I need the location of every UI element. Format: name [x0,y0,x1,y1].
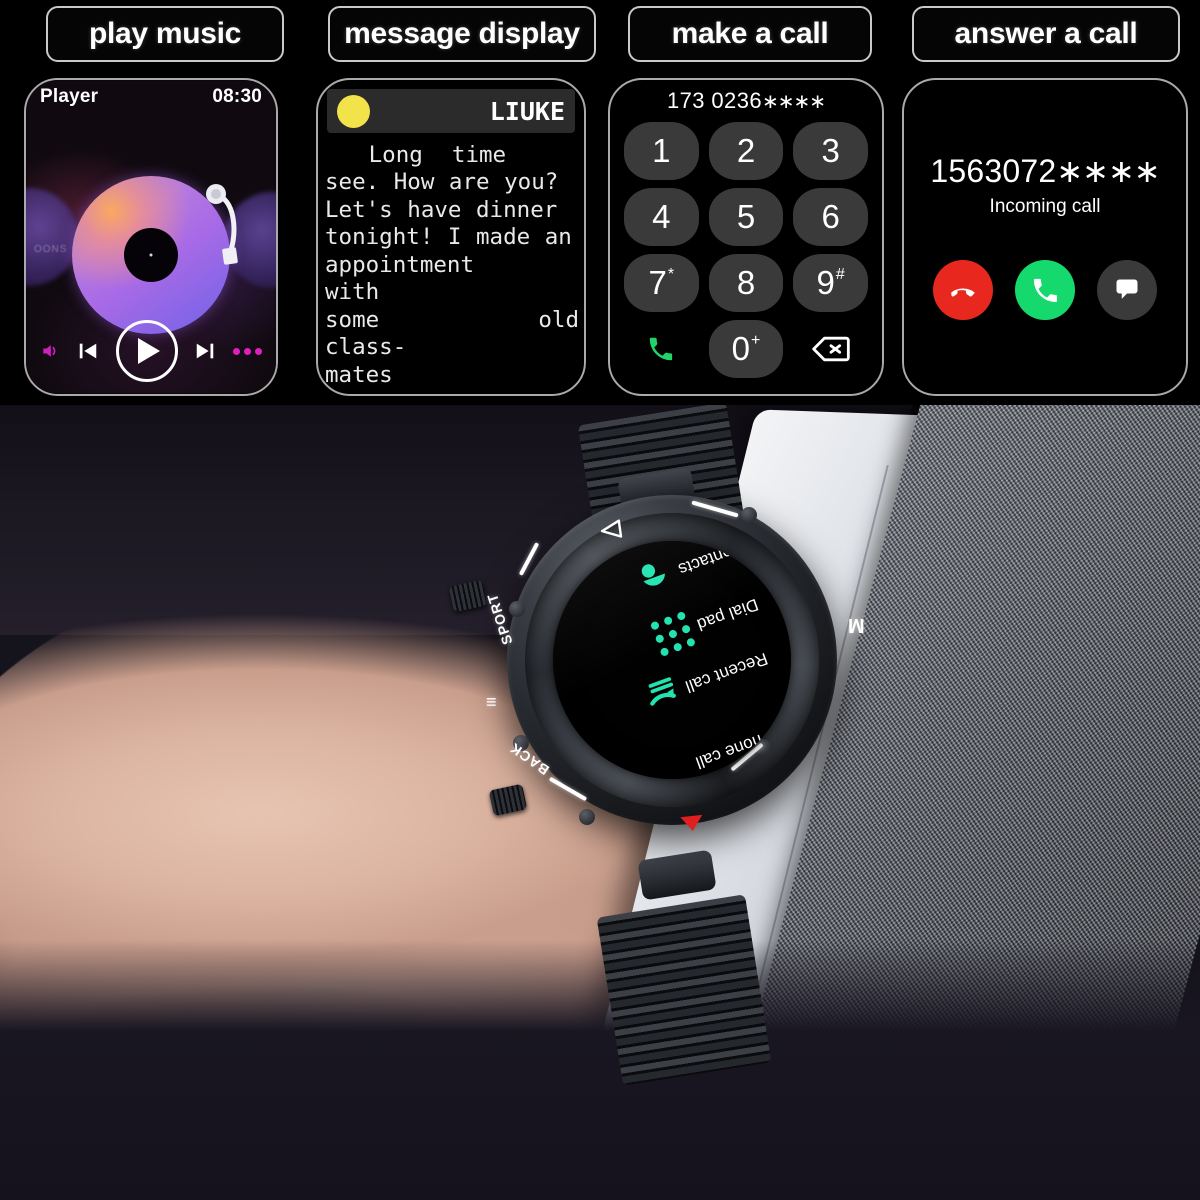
watch-round-display[interactable]: Phone call Recent call Dial pad Contacts [553,541,791,779]
recent-call-icon [628,662,695,729]
album-side-text: OONS [34,244,68,255]
key-label: 7 [648,264,667,301]
dialed-number-mask: ∗∗∗∗ [761,91,826,113]
key-sublabel: * [667,266,675,283]
key-label: 8 [736,264,756,301]
phone-call-icon[interactable] [624,320,699,378]
message-sender: LIUKE [489,96,565,126]
keypad: 1 2 3 4 5 6 7 * 8 9 # 0 + [624,122,868,378]
panel-make-a-call: make a call 173 0236∗∗∗∗ 1 2 3 4 5 6 7 * … [600,0,900,405]
key-label: 5 [736,198,756,235]
bezel-triangle-marker-bottom [680,814,703,831]
album-art-vinyl[interactable] [72,176,230,334]
panel-message-display: message display LIUKE Long time see. How… [300,0,600,405]
more-options-icon[interactable] [233,347,262,355]
button-label-mode: M [847,614,865,636]
key-label: 2 [736,132,756,169]
volume-icon[interactable] [40,341,60,361]
panel-play-music: play music OONS Player 08:30 [0,0,300,405]
backspace-delete-icon[interactable] [793,320,868,378]
play-icon[interactable] [115,320,178,382]
lifestyle-photo: SPORT ≡ BACK M Phone call Recent call Di… [0,405,1200,1200]
key-6[interactable]: 6 [793,188,868,246]
call-status-text: Incoming call [989,196,1101,217]
panel-label-message-display: message display [328,6,596,62]
bezel-triangle-marker-top [600,519,623,538]
watch-lower-button[interactable] [488,783,528,817]
decline-call-icon[interactable] [933,260,993,320]
key-5[interactable]: 5 [708,188,784,246]
previous-track-icon[interactable] [77,340,99,362]
bezel-screw [741,507,757,523]
feature-panels-strip: play music OONS Player 08:30 message dis… [0,0,1200,405]
key-label: 4 [652,198,671,235]
message-header: LIUKE [327,89,575,133]
avatar [337,94,370,128]
menu-item-label: Recent call [682,648,771,697]
key-1[interactable]: 1 [624,122,699,180]
watch-screen-dialpad: 173 0236∗∗∗∗ 1 2 3 4 5 6 7 * 8 9 # 0 + [608,78,884,396]
watch-screen-music-player: OONS Player 08:30 [24,78,278,396]
key-sublabel: # [835,266,845,283]
bezel-screw [509,601,525,617]
music-controls [26,320,276,382]
key-label: 0 [731,330,750,367]
key-2[interactable]: 2 [708,122,784,180]
watch-lug-lower [637,849,717,901]
panel-answer-a-call: answer a call 1563072∗∗∗∗ Incoming call [900,0,1200,405]
panel-label-answer-a-call: answer a call [912,6,1180,62]
watch-screen-message: LIUKE Long time see. How are you? Let's … [316,78,586,396]
key-sublabel: + [751,332,761,349]
button-label-sport: SPORT [483,591,516,647]
dialed-number-display: 173 0236∗∗∗∗ [610,88,882,114]
next-track-icon[interactable] [194,340,216,362]
watch-band-lower [596,894,772,1086]
key-label: 1 [652,132,671,169]
key-label: 3 [821,132,840,169]
player-title: Player [40,86,99,107]
key-label: 9 [816,264,835,301]
product-feature-collage: play music OONS Player 08:30 message dis… [0,0,1200,1200]
message-body: Long time see. How are you? Let's have d… [325,142,579,388]
key-7[interactable]: 7 * [624,254,699,312]
call-action-buttons [904,260,1186,320]
menu-item-label: Contacts [675,541,747,580]
key-0[interactable]: 0 + [708,320,784,378]
menu-item-phone-call[interactable]: Phone call [693,726,776,773]
button-label-menu: ≡ [485,692,497,712]
menu-item-label: Phone call [692,726,776,773]
accept-call-icon[interactable] [1015,260,1075,320]
bezel-screw [579,809,595,825]
watch-screen-incoming-call: 1563072∗∗∗∗ Incoming call [902,78,1188,396]
key-4[interactable]: 4 [624,188,699,246]
panel-label-play-music: play music [46,6,284,62]
music-header: Player 08:30 [26,86,276,108]
caller-number-display: 1563072∗∗∗∗ [904,152,1186,190]
reply-message-icon[interactable] [1097,260,1157,320]
player-time: 08:30 [212,86,262,107]
caller-number: 1563072 [930,153,1057,189]
key-8[interactable]: 8 [708,254,784,312]
watch-crown-button[interactable] [448,579,488,613]
phone-menu-screen: Phone call Recent call Dial pad Contacts [553,541,791,779]
key-9[interactable]: 9 # [793,254,868,312]
smartwatch: SPORT ≡ BACK M Phone call Recent call Di… [448,405,895,1086]
contacts-icon [621,545,688,612]
dialed-number: 173 0236 [667,88,762,113]
panel-label-make-a-call: make a call [628,6,872,62]
menu-item-label: Dial pad [694,594,761,635]
caller-number-mask: ∗∗∗∗ [1056,153,1160,189]
key-3[interactable]: 3 [793,122,868,180]
key-label: 6 [821,198,840,235]
